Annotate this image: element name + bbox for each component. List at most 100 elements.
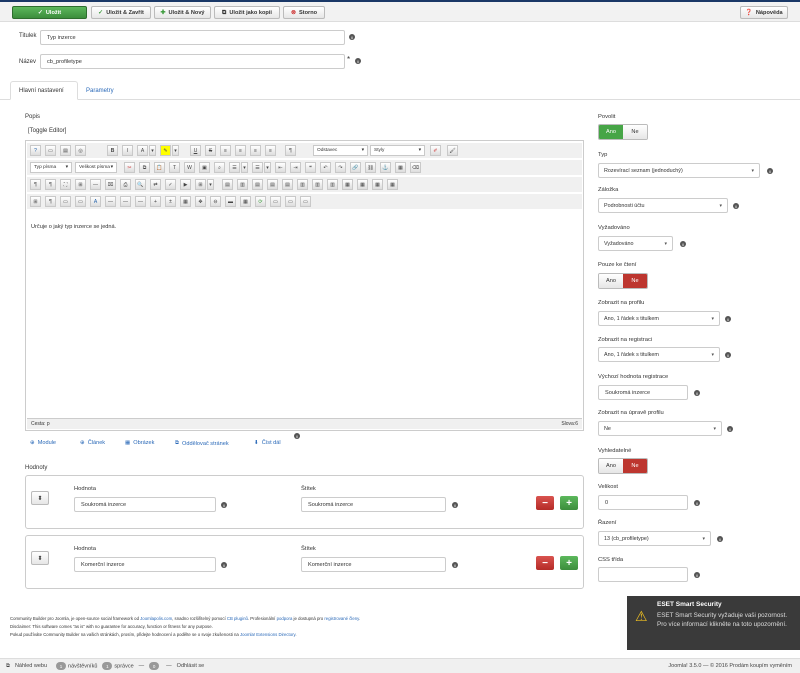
template-icon[interactable]: ▭ (285, 196, 296, 207)
outdent-icon[interactable]: ⇤ (275, 162, 286, 173)
chevron-down-icon[interactable]: ▾ (264, 162, 271, 173)
format-select[interactable]: Odstavec ▾ (313, 145, 368, 156)
highlight-icon[interactable]: ✎ (160, 145, 171, 156)
help-button[interactable]: ❓ Nápověda (740, 6, 788, 19)
move-icon[interactable]: ✥ (195, 196, 206, 207)
cell-props-icon[interactable]: ▥ (237, 179, 248, 190)
jed-link[interactable]: Joomla! Extensions Directory (240, 632, 295, 637)
pagebreak-button[interactable]: ⧉ Oddělovač stránek (175, 440, 229, 447)
align-center-icon[interactable]: ≡ (250, 145, 261, 156)
sort-icon[interactable]: ⬍ (31, 491, 49, 505)
row-props-icon[interactable]: ▤ (222, 179, 233, 190)
logout-link[interactable]: Odhlásit se (177, 663, 205, 669)
align-justify-icon[interactable]: ≡ (220, 145, 231, 156)
members-link[interactable]: registrované členy (324, 616, 359, 621)
profile-select[interactable]: Ano, 1 řádek s titulkem ▾ (598, 311, 720, 326)
replace-icon[interactable]: ⇄ (150, 179, 161, 190)
code-icon[interactable]: ▭ (300, 196, 311, 207)
select-all-icon[interactable]: ▣ (199, 162, 210, 173)
registration-select[interactable]: Ano, 1 řádek s titulkem ▾ (598, 347, 720, 362)
tab-select[interactable]: Podrobnosti účtu ▾ (598, 198, 728, 213)
save-new-button[interactable]: ✚ Uložit & Nový (154, 6, 211, 19)
spell-icon[interactable]: A (90, 196, 101, 207)
font-family-select[interactable]: Typ písma ▾ (30, 162, 72, 173)
nbsp-icon[interactable]: ⊖ (210, 196, 221, 207)
chevron-down-icon[interactable]: ▾ (172, 145, 179, 156)
save-copy-button[interactable]: ⧉ Uložit jako kopii (214, 6, 280, 19)
search-icon[interactable]: 🔍 (135, 179, 146, 190)
title-input[interactable]: Typ inzerce (40, 30, 345, 45)
save-button[interactable]: ✓ Uložit (12, 6, 87, 19)
yes-option[interactable]: Ano (599, 459, 623, 473)
toggle-editor-link[interactable]: [Toggle Editor] (28, 128, 66, 134)
font-color-icon[interactable]: A (137, 145, 148, 156)
template-icon[interactable]: ▤ (60, 145, 71, 156)
cb-plugins-link[interactable]: CB pluginů (227, 616, 248, 621)
chevron-down-icon[interactable]: ▾ (241, 162, 248, 173)
ltr-icon[interactable]: ¶ (30, 179, 41, 190)
remove-format-icon[interactable]: ⌧ (105, 179, 116, 190)
doc-icon[interactable]: ▭ (60, 196, 71, 207)
order-select[interactable]: 13 (cb_profiletype) ▾ (598, 531, 711, 546)
help-icon[interactable]: ? (30, 145, 41, 156)
yes-option[interactable]: Ano (599, 274, 623, 288)
enabled-toggle[interactable]: Ano Ne (598, 124, 648, 140)
insert-table-icon[interactable]: ⊞ (195, 179, 206, 190)
bullet-list-icon[interactable]: ☰ (229, 162, 240, 173)
tag-input[interactable]: Soukromá inzerce (301, 497, 446, 512)
value-input[interactable]: Komerční inzerce (74, 557, 216, 572)
tab-parameters[interactable]: Parametry (78, 81, 122, 100)
acronym-icon[interactable]: — (120, 196, 131, 207)
yes-option[interactable]: Ano (599, 125, 623, 139)
underline-icon[interactable]: U (190, 145, 201, 156)
spellcheck-icon[interactable]: ✓ (165, 179, 176, 190)
paste-text-icon[interactable]: T (169, 162, 180, 173)
link-icon[interactable]: 🔗 (350, 162, 361, 173)
paste-icon[interactable]: 📋 (154, 162, 165, 173)
tag-input[interactable]: Komerční inzerce (301, 557, 446, 572)
remove-row-button[interactable]: − (536, 496, 554, 510)
attribs-icon[interactable]: ± (165, 196, 176, 207)
ins-icon[interactable]: — (135, 196, 146, 207)
bold-icon[interactable]: B (107, 145, 118, 156)
blockquote-icon[interactable]: ❝ (305, 162, 316, 173)
paint-icon[interactable]: 🖌 (447, 145, 458, 156)
new-document-icon[interactable]: ▭ (45, 145, 56, 156)
find-icon[interactable]: ⌕ (214, 162, 225, 173)
paragraph-icon[interactable]: ¶ (45, 196, 56, 207)
cleanup-icon[interactable]: ⌫ (410, 162, 421, 173)
strikethrough-icon[interactable]: S (205, 145, 216, 156)
eset-notification[interactable]: ⚠ ESET Smart Security ESET Smart Securit… (627, 596, 800, 650)
align-right-icon[interactable]: ≡ (265, 145, 276, 156)
redo-icon[interactable]: ↷ (335, 162, 346, 173)
refresh-icon[interactable]: ⟳ (255, 196, 266, 207)
edit-profile-select[interactable]: Ne ▾ (598, 421, 722, 436)
save-close-button[interactable]: ✓ Uložit & Zavřít (91, 6, 151, 19)
font-size-select[interactable]: Velikost písma ▾ (75, 162, 117, 173)
visual-aid-icon[interactable]: ▦ (372, 179, 383, 190)
rtl-icon[interactable]: ¶ (45, 179, 56, 190)
fullscreen-icon[interactable]: ⛶ (60, 179, 71, 190)
editor-content[interactable]: Určuje o jaký typ inzerce se jedná. (27, 217, 582, 418)
styles-select[interactable]: Styly ▾ (370, 145, 425, 156)
type-select[interactable]: Rozevírací seznam (jednoduchý) ▾ (598, 163, 760, 178)
table-icon[interactable]: ⊞ (75, 179, 86, 190)
col-after-icon[interactable]: ▥ (312, 179, 323, 190)
value-input[interactable]: Soukromá inzerce (74, 497, 216, 512)
anchor-icon[interactable]: ⚓ (380, 162, 391, 173)
view-site-link[interactable]: Náhled webu (15, 663, 47, 669)
support-link[interactable]: podpora (277, 616, 293, 621)
numbered-list-icon[interactable]: ☰ (252, 162, 263, 173)
readmore-button[interactable]: ⬇ Číst dál (254, 440, 281, 446)
copy-icon[interactable]: ⧉ (139, 162, 150, 173)
visualchars-icon[interactable]: ▭ (270, 196, 281, 207)
sort-icon[interactable]: ⬍ (31, 551, 49, 565)
add-row-button[interactable]: + (560, 496, 578, 510)
remove-row-button[interactable]: − (536, 556, 554, 570)
cut-icon[interactable]: ✂ (124, 162, 135, 173)
delete-col-icon[interactable]: ▥ (327, 179, 338, 190)
undo-icon[interactable]: ↶ (320, 162, 331, 173)
cancel-button[interactable]: ⊗ Storno (283, 6, 325, 19)
row-after-icon[interactable]: ▤ (267, 179, 278, 190)
tab-main-settings[interactable]: Hlavní nastavení (10, 81, 78, 100)
